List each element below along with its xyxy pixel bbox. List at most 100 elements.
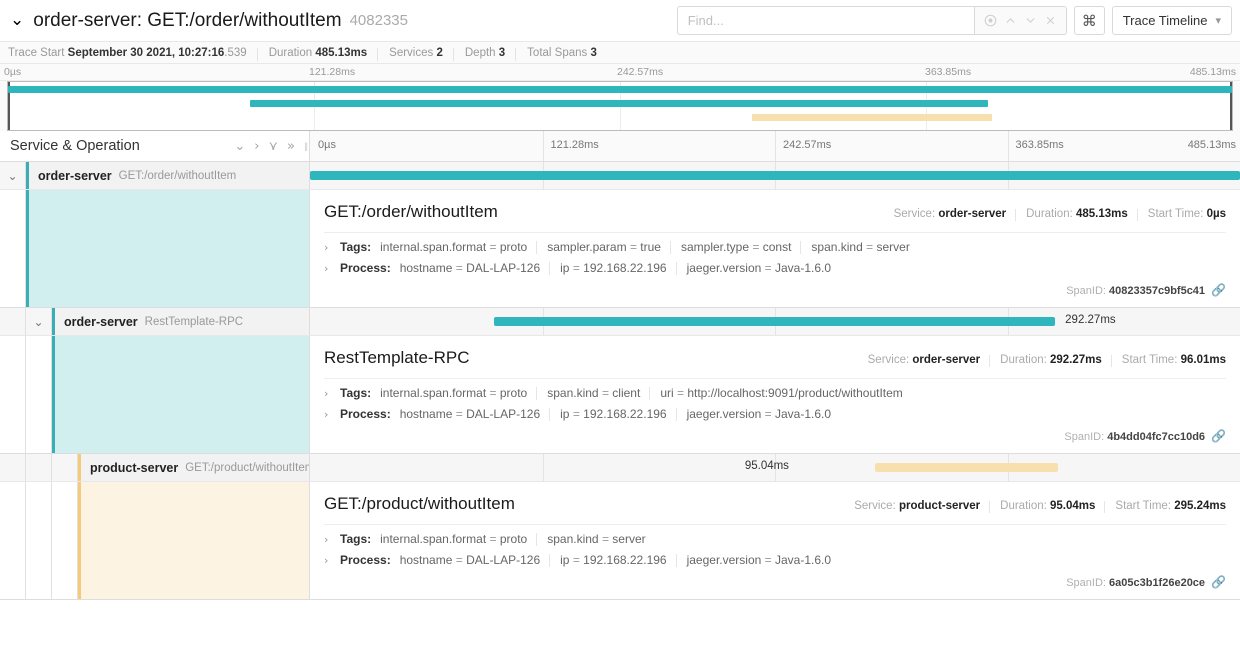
process-pairs: hostname = DAL-LAP-126 ip = 192.168.22.19… bbox=[400, 553, 851, 567]
meta-label: Duration: bbox=[1000, 354, 1050, 366]
summary-item-trace-start: Trace Start September 30 2021, 10:27:16.… bbox=[8, 46, 258, 61]
search-input-wrapper[interactable] bbox=[676, 6, 975, 35]
pair-key: sampler.type bbox=[680, 240, 750, 254]
span-bar-track[interactable]: 292.27ms bbox=[310, 308, 1240, 335]
span-row-label[interactable]: ⌄ order-server GET:/order/withoutItem bbox=[0, 162, 310, 189]
span-bar[interactable] bbox=[310, 171, 1240, 180]
tags-pair: sampler.param = true bbox=[547, 240, 671, 254]
pair-equals: = bbox=[626, 240, 641, 254]
pair-value: server bbox=[876, 240, 910, 254]
double-chevron-right-icon[interactable]: » bbox=[287, 140, 295, 153]
tags-row[interactable]: › Tags: internal.span.format = proto span.k… bbox=[324, 379, 1226, 400]
span-name-cell[interactable]: order-server RestTemplate-RPC bbox=[52, 308, 309, 335]
span-row[interactable]: product-server GET:/product/withoutItem 95… bbox=[0, 454, 1240, 482]
process-pair: hostname = DAL-LAP-126 bbox=[400, 407, 551, 421]
chevron-right-icon[interactable]: › bbox=[324, 533, 340, 546]
process-row[interactable]: › Process: hostname = DAL-LAP-126 ip = 192.… bbox=[324, 254, 1226, 275]
service-operation-header: Service & Operation ⌄ › ⋎ » || bbox=[0, 131, 310, 161]
pair-equals: = bbox=[569, 553, 584, 567]
span-name-cell[interactable]: order-server GET:/order/withoutItem bbox=[26, 162, 309, 189]
minimap-tick-row: 0µs 121.28ms 242.57ms 363.85ms 485.13ms bbox=[0, 64, 1240, 81]
chevron-right-icon[interactable]: › bbox=[324, 554, 340, 567]
tags-row[interactable]: › Tags: internal.span.format = proto span.k… bbox=[324, 525, 1226, 546]
span-row-label[interactable]: ⌄ order-server RestTemplate-RPC bbox=[0, 308, 310, 335]
summary-label: Trace Start bbox=[8, 46, 65, 59]
view-selector-dropdown[interactable]: Trace Timeline ▾ bbox=[1111, 6, 1232, 35]
command-icon: ⌘ bbox=[1081, 11, 1097, 30]
chevron-right-icon[interactable]: › bbox=[324, 241, 340, 254]
tags-label: Tags: bbox=[340, 532, 372, 546]
pair-value: Java-1.6.0 bbox=[775, 261, 832, 275]
span-bar-track[interactable] bbox=[310, 162, 1240, 189]
column-resize-handle[interactable]: || bbox=[304, 141, 308, 151]
pair-key: jaeger.version bbox=[686, 553, 762, 567]
span-id-value: 6a05c3b1f26e20ce bbox=[1109, 577, 1206, 589]
pair-value: server bbox=[612, 532, 646, 546]
tags-pair: span.kind = server bbox=[547, 532, 655, 546]
tags-pair: span.kind = client bbox=[547, 386, 651, 400]
link-icon[interactable]: 🔗 bbox=[1211, 429, 1226, 443]
double-chevron-down-icon[interactable]: ⋎ bbox=[269, 140, 279, 153]
minimap-tick: 121.28ms bbox=[309, 66, 356, 78]
tree-indent bbox=[26, 482, 52, 599]
process-row[interactable]: › Process: hostname = DAL-LAP-126 ip = 192.… bbox=[324, 400, 1226, 421]
tags-row[interactable]: › Tags: internal.span.format = proto sample… bbox=[324, 233, 1226, 254]
minimap-bar bbox=[250, 100, 989, 107]
chevron-down-icon[interactable]: ⌄ bbox=[10, 12, 24, 29]
pair-key: internal.span.format bbox=[380, 532, 487, 546]
span-row[interactable]: ⌄ order-server GET:/order/withoutItem bbox=[0, 162, 1240, 190]
link-icon[interactable]: 🔗 bbox=[1211, 575, 1226, 589]
pair-key: hostname bbox=[399, 261, 453, 275]
detail-header: RestTemplate-RPC Service: order-server Dur… bbox=[324, 348, 1226, 368]
span-bar[interactable] bbox=[875, 463, 1058, 472]
detail-accent-bar bbox=[78, 482, 310, 599]
timeline-tick: 0µs bbox=[318, 139, 336, 151]
span-duration-label: 292.27ms bbox=[1065, 314, 1116, 326]
minimap-viewport[interactable] bbox=[7, 81, 1233, 131]
minimap[interactable]: 0µs 121.28ms 242.57ms 363.85ms 485.13ms bbox=[0, 64, 1240, 131]
detail-meta-start-time: Start Time: 0µs bbox=[1138, 208, 1226, 220]
span-name-cell[interactable]: product-server GET:/product/withoutItem bbox=[78, 454, 309, 481]
pair-key: hostname bbox=[399, 553, 453, 567]
timeline-tick: 121.28ms bbox=[550, 139, 599, 151]
tags-pairs: internal.span.format = proto span.kind = … bbox=[380, 532, 666, 546]
chevron-down-icon[interactable]: ⌄ bbox=[26, 308, 52, 335]
span-bar-track[interactable]: 95.04ms bbox=[310, 454, 1240, 481]
detail-meta: Service: order-server Duration: 292.27ms S… bbox=[858, 354, 1226, 367]
keyboard-shortcuts-button[interactable]: ⌘ bbox=[1073, 6, 1105, 35]
chevron-down-icon[interactable] bbox=[1024, 14, 1037, 27]
meta-value: 292.27ms bbox=[1050, 354, 1102, 366]
process-label: Process: bbox=[340, 261, 391, 275]
detail-meta-service: Service: order-server bbox=[858, 354, 991, 367]
chevron-right-icon[interactable]: › bbox=[254, 140, 259, 153]
pair-value: const bbox=[762, 240, 792, 254]
span-row[interactable]: ⌄ order-server RestTemplate-RPC 292.27ms bbox=[0, 308, 1240, 336]
pair-equals: = bbox=[749, 240, 763, 254]
span-id-row: SpanID: 4b4dd04fc7cc10d6 🔗 bbox=[324, 421, 1226, 447]
close-icon[interactable] bbox=[1044, 14, 1057, 27]
target-icon[interactable] bbox=[984, 14, 997, 27]
span-bar[interactable] bbox=[494, 317, 1055, 326]
pair-key: internal.span.format bbox=[380, 240, 487, 254]
search-group: ⌘ Trace Timeline ▾ bbox=[676, 6, 1232, 35]
tags-pairs: internal.span.format = proto sampler.para… bbox=[380, 240, 930, 254]
span-row-label[interactable]: product-server GET:/product/withoutItem bbox=[0, 454, 310, 481]
meta-label: Service: bbox=[854, 500, 899, 512]
process-pair: ip = 192.168.22.196 bbox=[560, 553, 678, 567]
operation-name: GET:/product/withoutItem bbox=[185, 461, 309, 474]
chevron-up-icon[interactable] bbox=[1004, 14, 1017, 27]
chevron-right-icon[interactable]: › bbox=[324, 262, 340, 275]
tags-label: Tags: bbox=[340, 240, 372, 254]
summary-value: 485.13ms bbox=[315, 46, 368, 59]
pair-key: span.kind bbox=[547, 386, 599, 400]
trace-id: 4082335 bbox=[349, 12, 408, 29]
chevron-down-icon[interactable]: ⌄ bbox=[234, 140, 245, 153]
chevron-down-icon[interactable]: ⌄ bbox=[0, 162, 26, 189]
search-input[interactable] bbox=[685, 12, 966, 29]
expand-collapse-controls: ⌄ › ⋎ » bbox=[234, 131, 295, 161]
chevron-right-icon[interactable]: › bbox=[324, 408, 340, 421]
link-icon[interactable]: 🔗 bbox=[1211, 283, 1226, 297]
process-row[interactable]: › Process: hostname = DAL-LAP-126 ip = 192.… bbox=[324, 546, 1226, 567]
chevron-right-icon[interactable]: › bbox=[324, 387, 340, 400]
span-id-row: SpanID: 6a05c3b1f26e20ce 🔗 bbox=[324, 567, 1226, 593]
